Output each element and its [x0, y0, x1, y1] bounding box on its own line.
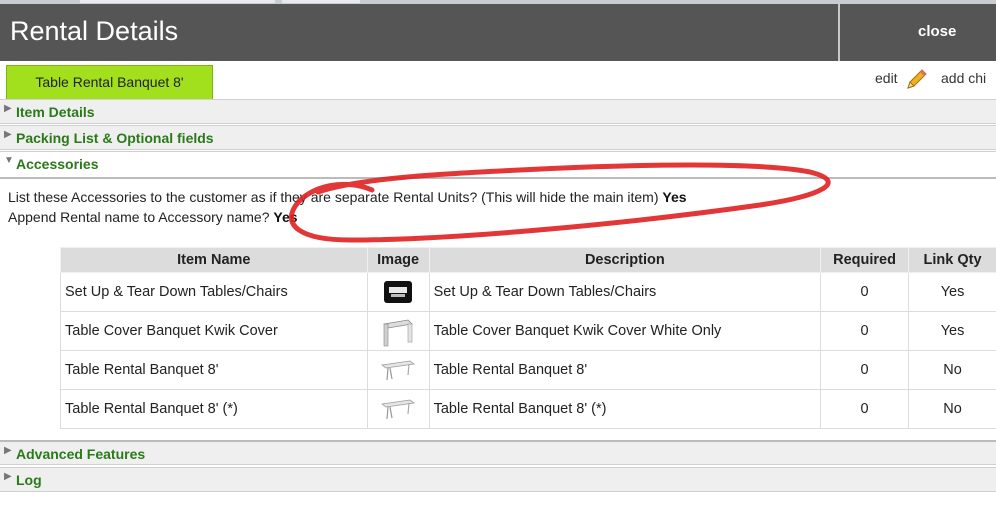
banquet-table-thumbnail [366, 389, 430, 429]
table-header-row: Item Name Image Description Required Lin… [60, 247, 996, 273]
section-label: Accessories [16, 156, 99, 172]
section-advanced-features[interactable]: ▶ Advanced Features [0, 440, 996, 465]
append-name-question: Append Rental name to Accessory name? [8, 209, 270, 225]
description-cell: Set Up & Tear Down Tables/Chairs [428, 272, 822, 312]
item-name-cell: Table Rental Banquet 8' (*) [60, 389, 368, 429]
triangle-right-icon: ▶ [4, 129, 12, 140]
section-label: Advanced Features [16, 446, 146, 462]
dialog-header: Rental Details close [0, 4, 996, 61]
close-label: close [918, 23, 957, 40]
section-item-details[interactable]: ▶ Item Details [0, 99, 996, 124]
browser-tab [282, 0, 360, 3]
banquet-table-thumbnail [366, 350, 430, 390]
required-cell: 0 [820, 311, 910, 351]
section-packing-list[interactable]: ▶ Packing List & Optional fields [0, 125, 996, 150]
append-name-setting: Append Rental name to Accessory name? Ye… [8, 209, 298, 225]
section-accessories[interactable]: ▼ Accessories [0, 151, 996, 179]
tab-table-rental[interactable]: Table Rental Banquet 8' [6, 65, 213, 99]
table-row[interactable]: Table Rental Banquet 8' Table Rental Ban… [60, 350, 996, 390]
item-name-cell: Set Up & Tear Down Tables/Chairs [60, 272, 368, 312]
triangle-right-icon: ▶ [4, 471, 12, 482]
table-row[interactable]: Table Rental Banquet 8' (*) Table Rental… [60, 389, 996, 429]
section-label: Packing List & Optional fields [16, 130, 214, 146]
table-cover-thumbnail [366, 311, 430, 351]
column-header-description[interactable]: Description [428, 247, 822, 273]
link-qty-cell: No [908, 389, 996, 429]
list-accessories-answer: Yes [662, 189, 687, 205]
triangle-down-icon: ▼ [4, 155, 14, 166]
accessories-table: Item Name Image Description Required Lin… [60, 247, 996, 429]
pencil-icon[interactable] [905, 67, 929, 91]
close-button[interactable]: close [838, 4, 996, 61]
setup-thumbnail [366, 272, 430, 312]
column-header-image[interactable]: Image [366, 247, 430, 273]
item-name-cell: Table Rental Banquet 8' [60, 350, 368, 390]
list-accessories-question: List these Accessories to the customer a… [8, 189, 659, 205]
description-cell: Table Cover Banquet Kwik Cover White Onl… [428, 311, 822, 351]
list-accessories-setting: List these Accessories to the customer a… [8, 189, 687, 205]
append-name-answer: Yes [273, 209, 298, 225]
triangle-right-icon: ▶ [4, 103, 12, 114]
tab-bar: Table Rental Banquet 8' edit add chi [0, 61, 996, 99]
required-cell: 0 [820, 389, 910, 429]
section-label: Item Details [16, 104, 95, 120]
section-log[interactable]: ▶ Log [0, 467, 996, 492]
edit-link[interactable]: edit [875, 70, 898, 86]
add-child-link[interactable]: add chi [941, 70, 986, 86]
column-header-item-name[interactable]: Item Name [60, 247, 368, 273]
item-name-cell: Table Cover Banquet Kwik Cover [60, 311, 368, 351]
column-header-required[interactable]: Required [820, 247, 910, 273]
triangle-right-icon: ▶ [4, 445, 12, 456]
dialog-title: Rental Details [10, 16, 179, 46]
description-cell: Table Rental Banquet 8' (*) [428, 389, 822, 429]
section-label: Log [16, 472, 42, 488]
browser-tab [80, 0, 275, 3]
link-qty-cell: No [908, 350, 996, 390]
column-header-link-qty[interactable]: Link Qty [908, 247, 996, 273]
required-cell: 0 [820, 272, 910, 312]
required-cell: 0 [820, 350, 910, 390]
table-row[interactable]: Set Up & Tear Down Tables/Chairs Set Up … [60, 272, 996, 312]
link-qty-cell: Yes [908, 311, 996, 351]
link-qty-cell: Yes [908, 272, 996, 312]
description-cell: Table Rental Banquet 8' [428, 350, 822, 390]
table-row[interactable]: Table Cover Banquet Kwik Cover Table Cov… [60, 311, 996, 351]
